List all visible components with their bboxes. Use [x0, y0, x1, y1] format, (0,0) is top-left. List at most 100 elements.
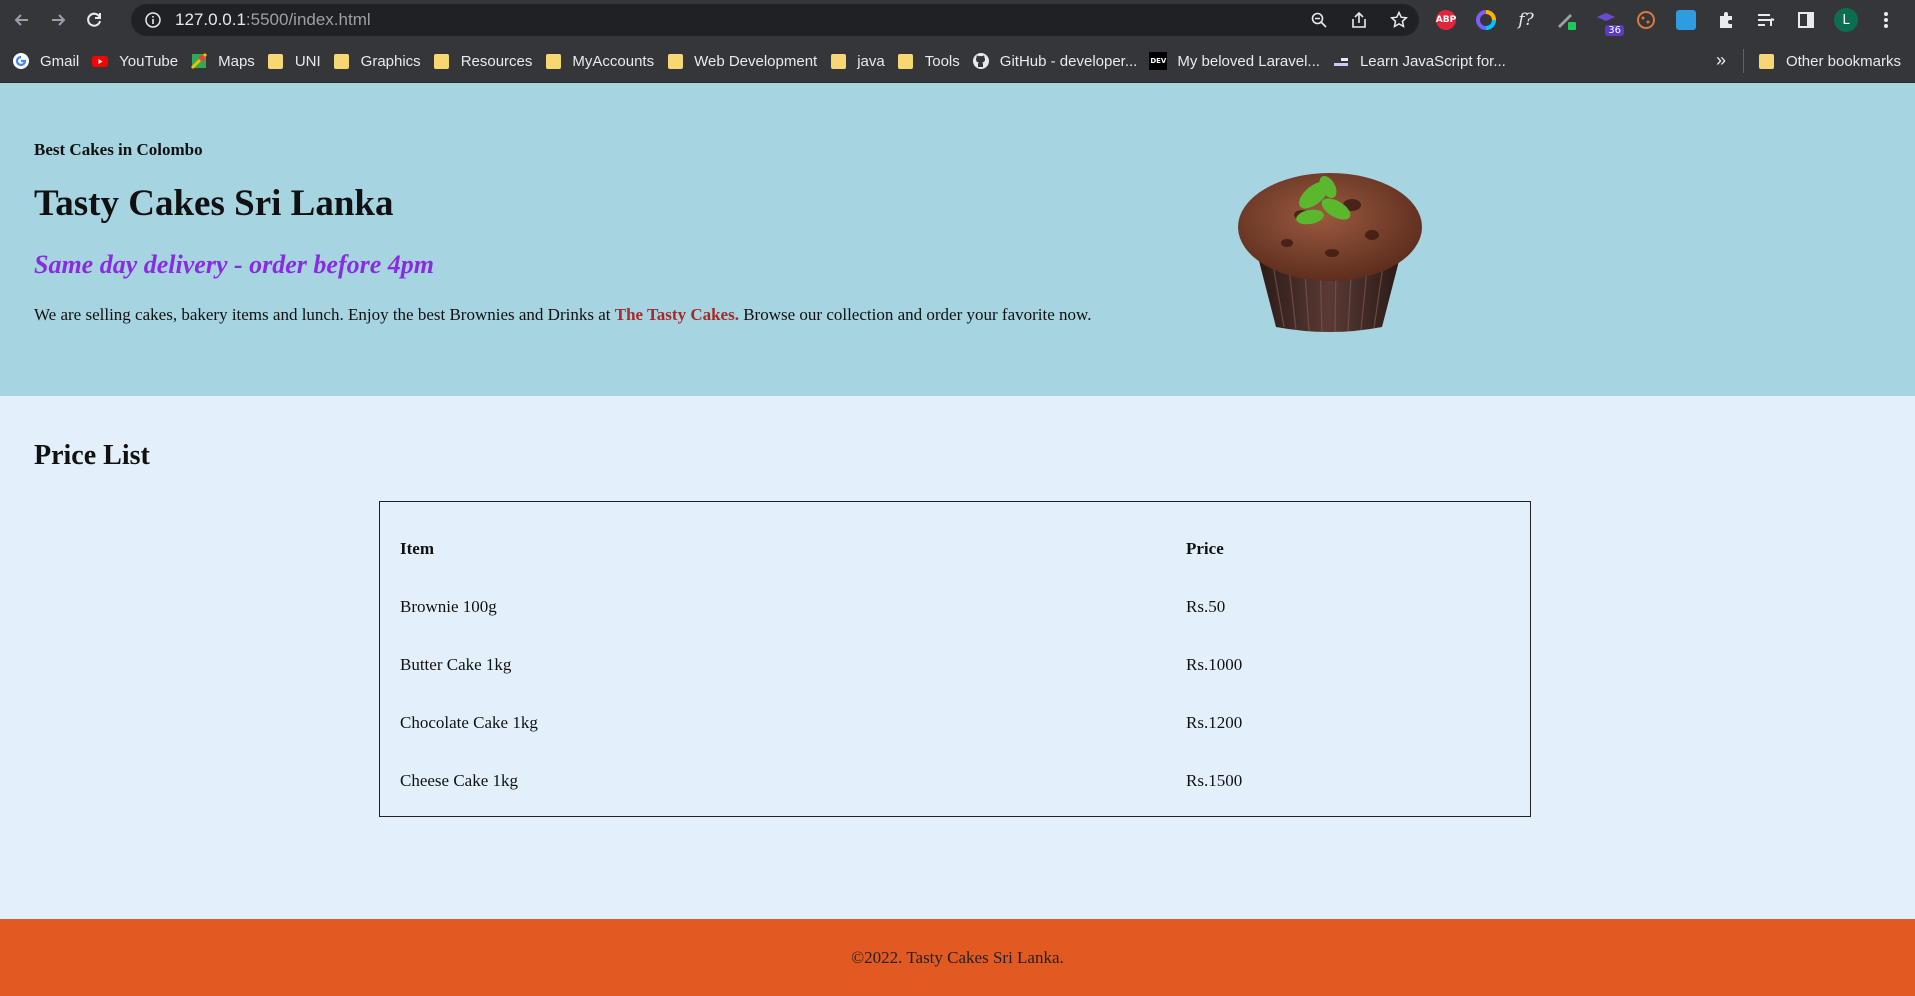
zoom-icon [1311, 12, 1327, 28]
bookmark-label: Gmail [40, 52, 80, 70]
reading-list-button[interactable] [1752, 6, 1780, 34]
url-text[interactable]: 127.0.0.1:5500/index.html [175, 10, 371, 30]
bookmarks-overflow-button[interactable]: » [1716, 50, 1726, 71]
bookmark-star-button[interactable] [1387, 8, 1411, 32]
bookmark-my-beloved-laravel[interactable]: DEV My beloved Laravel... [1149, 52, 1320, 70]
bookmark-uni[interactable]: UNI [267, 52, 321, 70]
reload-button[interactable] [80, 6, 108, 34]
dev-icon: DEV [1149, 52, 1168, 70]
cookie-extension[interactable] [1632, 6, 1660, 34]
url-host: 127.0.0.1 [175, 10, 246, 29]
arrow-right-icon [52, 14, 66, 26]
extension-badge: 36 [1605, 25, 1624, 36]
bookmark-resources[interactable]: Resources [433, 52, 532, 70]
bookmark-java[interactable]: java [829, 52, 885, 70]
bookmark-maps[interactable]: Maps [190, 52, 255, 70]
browser-toolbar: 127.0.0.1:5500/index.html ABP f? 36 L [0, 0, 1915, 40]
bookmark-learn-javascript-for[interactable]: Learn JavaScript for... [1332, 52, 1506, 70]
column-header-price: Price [1186, 539, 1224, 558]
price-list-heading: Price List [34, 440, 150, 471]
fi-icon [1676, 10, 1696, 30]
bookmark-label: UNI [294, 52, 321, 70]
folder-icon [897, 52, 915, 70]
price-cell: Rs.1500 [1186, 771, 1243, 790]
puzzle-icon [1720, 12, 1732, 28]
adblock-extension[interactable]: ABP [1432, 6, 1460, 34]
font-extension[interactable]: f? [1512, 6, 1540, 34]
folder-icon [333, 52, 351, 70]
zoom-button[interactable] [1307, 8, 1331, 32]
side-panel-button[interactable] [1792, 6, 1820, 34]
github-icon [972, 52, 990, 70]
bookmark-tools[interactable]: Tools [897, 52, 960, 70]
bookmark-github-developer[interactable]: GitHub - developer... [972, 52, 1138, 70]
bookmark-myaccounts[interactable]: MyAccounts [544, 52, 654, 70]
color-extension[interactable] [1472, 6, 1500, 34]
bookmark-gmail[interactable]: Gmail [12, 52, 79, 70]
table-row: Brownie 100g Rs.50 [400, 578, 1512, 636]
folder-icon [829, 52, 847, 70]
fx-icon: f? [1518, 10, 1534, 30]
fi-extension[interactable] [1672, 6, 1700, 34]
folder-icon [433, 52, 451, 70]
profile-button[interactable]: L [1832, 6, 1860, 34]
bookmark-graphics[interactable]: Graphics [333, 52, 421, 70]
price-cell: Rs.1200 [1186, 713, 1243, 732]
cupcake-image [1238, 173, 1422, 333]
bookmark-label: Learn JavaScript for... [1359, 52, 1506, 70]
badge-extension[interactable]: 36 [1592, 6, 1624, 36]
hero-kicker: Best Cakes in Colombo [34, 140, 203, 159]
menu-button[interactable] [1872, 6, 1900, 34]
desc-text-start: We are selling cakes, bakery items and l… [34, 305, 615, 324]
pen-icon [1558, 14, 1576, 30]
hero-description: We are selling cakes, bakery items and l… [34, 305, 1091, 325]
bookmark-label: Maps [218, 52, 255, 70]
site-footer: ©2022. Tasty Cakes Sri Lanka. [0, 919, 1915, 996]
price-cell: Rs.1000 [1186, 655, 1243, 674]
bookmark-label: My beloved Laravel... [1177, 52, 1320, 70]
bookmark-label: GitHub - developer... [999, 52, 1138, 70]
share-icon [1352, 11, 1366, 28]
bookmark-label: Graphics [360, 52, 421, 70]
color-ring-icon [1476, 10, 1496, 30]
hero-section: Best Cakes in Colombo Tasty Cakes Sri La… [0, 83, 1915, 396]
item-cell: Butter Cake 1kg [400, 655, 512, 674]
brand-name: The Tasty Cakes. [614, 305, 739, 324]
table-row: Butter Cake 1kg Rs.1000 [400, 636, 1512, 694]
other-bookmarks-label: Other bookmarks [1785, 52, 1901, 70]
avatar: L [1834, 8, 1858, 32]
bookmark-label: YouTube [119, 52, 179, 70]
bookmark-label: Web Development [694, 52, 818, 70]
info-icon[interactable] [145, 12, 161, 28]
bookmarks-divider [1743, 49, 1744, 73]
folder-icon [544, 52, 562, 70]
hero-tagline: Same day delivery - order before 4pm [34, 250, 435, 279]
back-button[interactable] [8, 6, 36, 34]
extensions-button[interactable] [1712, 6, 1740, 34]
forward-button[interactable] [44, 6, 72, 34]
bookmark-youtube[interactable]: YouTube [91, 52, 178, 70]
table-row: Chocolate Cake 1kg Rs.1200 [400, 694, 1512, 752]
folder-icon [1758, 52, 1776, 70]
folder-icon [666, 52, 684, 70]
star-icon [1390, 11, 1408, 28]
item-cell: Brownie 100g [400, 597, 497, 616]
column-header-item: Item [400, 539, 434, 558]
bookmarks-bar: Gmail YouTube Maps UNI Graphics Resources MyAc… [0, 40, 1915, 83]
cookie-icon [1637, 11, 1655, 29]
kebab-menu-icon [1884, 12, 1888, 28]
other-bookmarks[interactable]: Other bookmarks [1758, 40, 1901, 82]
pen-extension[interactable] [1552, 6, 1580, 34]
address-bar[interactable]: 127.0.0.1:5500/index.html [131, 4, 1419, 36]
share-button[interactable] [1347, 8, 1371, 32]
arrow-left-icon [14, 14, 28, 26]
web-page: Best Cakes in Colombo Tasty Cakes Sri La… [0, 83, 1915, 996]
item-cell: Chocolate Cake 1kg [400, 713, 538, 732]
item-cell: Cheese Cake 1kg [400, 771, 519, 790]
bookmark-web-development[interactable]: Web Development [666, 52, 817, 70]
table-row: Cheese Cake 1kg Rs.1500 [400, 752, 1512, 810]
footer-copyright: ©2022. Tasty Cakes Sri Lanka. [851, 947, 1064, 967]
desc-text-end: Browse our collection and order your fav… [738, 305, 1092, 324]
bookmark-label: Tools [924, 52, 960, 70]
gmail-icon [12, 52, 30, 70]
